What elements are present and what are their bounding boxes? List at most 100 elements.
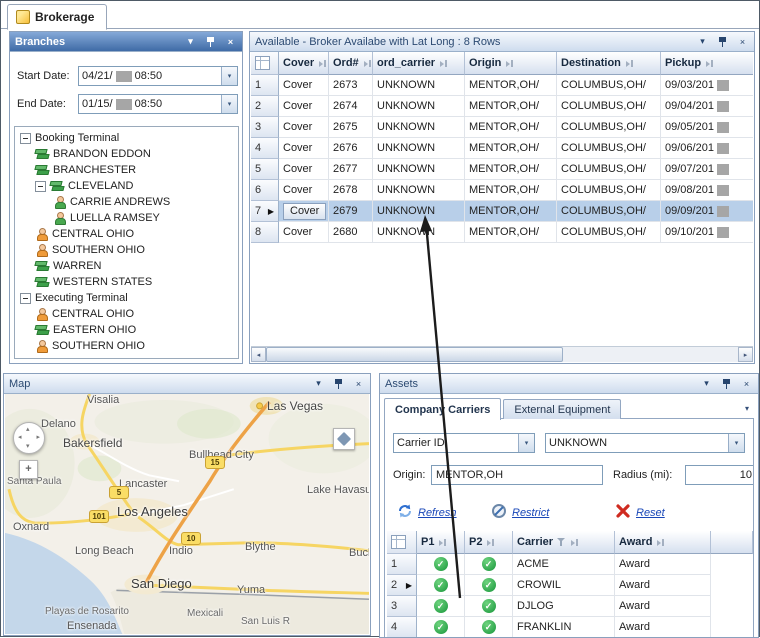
chevron-down-icon[interactable]: ▾ xyxy=(312,377,325,390)
scroll-right-button[interactable]: ▸ xyxy=(738,347,753,362)
origin-field[interactable]: MENTOR,OH xyxy=(431,465,603,485)
column-header-origin[interactable]: Origin xyxy=(465,52,557,75)
tree-item-western-states[interactable]: WESTERN STATES xyxy=(15,274,238,290)
row-header[interactable]: 5 xyxy=(251,159,279,180)
cover-cell[interactable]: Cover xyxy=(279,180,329,201)
pin-icon[interactable] xyxy=(716,35,729,48)
refresh-link-label[interactable]: Refresh xyxy=(418,507,457,519)
row-header[interactable]: 6 xyxy=(251,180,279,201)
table-row[interactable]: 3 ✓ ✓ DJLOG Award xyxy=(387,596,753,617)
table-row[interactable]: 8 Cover 2680 UNKNOWN MENTOR,OH/ COLUMBUS… xyxy=(251,222,753,243)
tree-item-executing-terminal[interactable]: Executing Terminal xyxy=(15,290,238,306)
pan-right-icon[interactable]: ▸ xyxy=(36,434,40,441)
carrier-value-combo[interactable]: UNKNOWN ▾ xyxy=(545,433,745,453)
restrict-link-label[interactable]: Restrict xyxy=(512,507,549,519)
tab-external-equipment[interactable]: External Equipment xyxy=(503,399,621,419)
radius-field[interactable]: 10 xyxy=(685,465,754,485)
cover-cell[interactable]: Cover xyxy=(279,117,329,138)
cover-cell[interactable]: Cover xyxy=(279,138,329,159)
collapse-toggle-icon[interactable] xyxy=(20,133,31,144)
row-header[interactable]: 3 xyxy=(251,117,279,138)
cover-cell[interactable]: Cover xyxy=(279,222,329,243)
row-header[interactable]: 2 xyxy=(251,96,279,117)
tree-item-luella-ramsey[interactable]: LUELLA RAMSEY xyxy=(15,210,238,226)
column-header-destination[interactable]: Destination xyxy=(557,52,661,75)
pin-icon[interactable] xyxy=(332,377,345,390)
grid-corner-cell[interactable] xyxy=(387,531,417,554)
table-row-focused[interactable]: 2▶ ✓ ✓ CROWIL Award xyxy=(387,575,753,596)
scroll-left-button[interactable]: ◂ xyxy=(251,347,266,362)
row-header[interactable]: 8 xyxy=(251,222,279,243)
tree-item-exec-central-ohio[interactable]: CENTRAL OHIO xyxy=(15,306,238,322)
scrollbar-thumb[interactable] xyxy=(266,347,563,362)
tree-item-booking-terminal[interactable]: Booking Terminal xyxy=(15,130,238,146)
cover-cell[interactable]: Cover xyxy=(279,96,329,117)
collapse-toggle-icon[interactable] xyxy=(20,293,31,304)
cover-cell[interactable]: Cover xyxy=(279,201,329,222)
dropdown-arrow-icon[interactable]: ▾ xyxy=(221,95,237,113)
pan-left-icon[interactable]: ◂ xyxy=(18,434,22,441)
dropdown-arrow-icon[interactable]: ▾ xyxy=(518,434,534,452)
row-header[interactable]: 7▶ xyxy=(251,201,279,222)
tree-item-cleveland[interactable]: CLEVELAND xyxy=(15,178,238,194)
zoom-in-button[interactable]: + xyxy=(19,460,38,479)
table-row[interactable]: 4 Cover 2676 UNKNOWN MENTOR,OH/ COLUMBUS… xyxy=(251,138,753,159)
close-icon[interactable]: × xyxy=(352,377,365,390)
carrier-id-combo[interactable]: Carrier ID ▾ xyxy=(393,433,535,453)
column-header-ord-carrier[interactable]: ord_carrier xyxy=(373,52,465,75)
pan-down-icon[interactable]: ▾ xyxy=(26,443,30,450)
filter-funnel-icon[interactable] xyxy=(557,538,566,547)
reset-link[interactable]: Reset xyxy=(615,503,665,522)
pin-icon[interactable] xyxy=(204,35,217,48)
chevron-down-icon[interactable]: ▾ xyxy=(184,35,197,48)
table-row[interactable]: 6 Cover 2678 UNKNOWN MENTOR,OH/ COLUMBUS… xyxy=(251,180,753,201)
chevron-down-icon[interactable]: ▾ xyxy=(696,35,709,48)
close-icon[interactable]: × xyxy=(224,35,237,48)
carrier-name-cell[interactable]: DJLOG xyxy=(513,596,615,617)
tree-item-warren[interactable]: WARREN xyxy=(15,258,238,274)
map-canvas[interactable]: Visalia Las Vegas Delano Bakersfield Bul… xyxy=(5,394,369,634)
table-row[interactable]: 2 Cover 2674 UNKNOWN MENTOR,OH/ COLUMBUS… xyxy=(251,96,753,117)
tab-company-carriers[interactable]: Company Carriers xyxy=(384,398,501,420)
close-icon[interactable]: × xyxy=(736,35,749,48)
table-row[interactable]: 1 Cover 2673 UNKNOWN MENTOR,OH/ COLUMBUS… xyxy=(251,75,753,96)
tab-menu-icon[interactable]: ▾ xyxy=(740,401,754,415)
horizontal-scrollbar[interactable]: ◂ ▸ xyxy=(251,346,753,362)
table-row[interactable]: 5 Cover 2677 UNKNOWN MENTOR,OH/ COLUMBUS… xyxy=(251,159,753,180)
tree-item-carrie-andrews[interactable]: CARRIE ANDREWS xyxy=(15,194,238,210)
pin-icon[interactable] xyxy=(720,377,733,390)
restrict-link[interactable]: Restrict xyxy=(491,503,549,522)
tree-item-brandon-eddon[interactable]: BRANDON EDDON xyxy=(15,146,238,162)
column-header-award[interactable]: Award xyxy=(615,531,711,554)
tree-item-eastern-ohio[interactable]: EASTERN OHIO xyxy=(15,322,238,338)
column-header-ord[interactable]: Ord# xyxy=(329,52,373,75)
refresh-link[interactable]: Refresh xyxy=(397,503,457,522)
table-row[interactable]: 4 ✓ ✓ FRANKLIN Award xyxy=(387,617,753,637)
reset-link-label[interactable]: Reset xyxy=(636,507,665,519)
row-header[interactable]: 1 xyxy=(251,75,279,96)
row-header[interactable]: 4 xyxy=(251,138,279,159)
row-header[interactable]: 2▶ xyxy=(387,575,417,596)
column-header-cover[interactable]: Cover xyxy=(279,52,329,75)
table-row[interactable]: 1 ✓ ✓ ACME Award xyxy=(387,554,753,575)
chevron-down-icon[interactable]: ▾ xyxy=(700,377,713,390)
tree-item-southern-ohio[interactable]: SOUTHERN OHIO xyxy=(15,242,238,258)
cover-cell[interactable]: Cover xyxy=(279,159,329,180)
map-pan-control[interactable]: ▴ ▾ ◂ ▸ xyxy=(13,422,45,454)
row-header[interactable]: 3 xyxy=(387,596,417,617)
close-icon[interactable]: × xyxy=(740,377,753,390)
carrier-name-cell[interactable]: FRANKLIN xyxy=(513,617,615,637)
dropdown-arrow-icon[interactable]: ▾ xyxy=(221,67,237,85)
grid-corner-cell[interactable] xyxy=(251,52,279,75)
tree-item-central-ohio[interactable]: CENTRAL OHIO xyxy=(15,226,238,242)
carrier-name-cell[interactable]: CROWIL xyxy=(513,575,615,596)
column-header-carrier[interactable]: Carrier xyxy=(513,531,615,554)
row-header[interactable]: 1 xyxy=(387,554,417,575)
row-header[interactable]: 4 xyxy=(387,617,417,637)
end-date-input[interactable]: 01/15/08:50 ▾ xyxy=(78,94,238,114)
column-header-p2[interactable]: P2 xyxy=(465,531,513,554)
column-header-p1[interactable]: P1 xyxy=(417,531,465,554)
tree-item-branchester[interactable]: BRANCHESTER xyxy=(15,162,238,178)
cover-button[interactable]: Cover xyxy=(283,203,326,220)
table-row[interactable]: 3 Cover 2675 UNKNOWN MENTOR,OH/ COLUMBUS… xyxy=(251,117,753,138)
